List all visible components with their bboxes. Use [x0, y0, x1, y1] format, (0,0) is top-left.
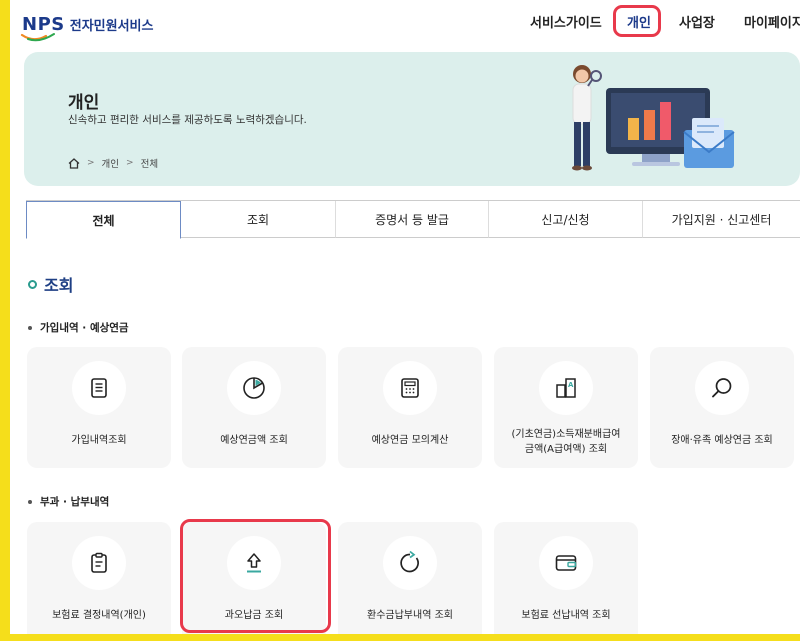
nav-business[interactable]: 사업장 — [679, 12, 715, 31]
bullet-icon — [28, 325, 32, 330]
tab-certificate[interactable]: 증명서 등 발급 — [336, 201, 489, 238]
card-label: 보험료 선납내역 조회 — [521, 610, 611, 621]
breadcrumb-item-personal[interactable]: 개인 — [102, 156, 119, 170]
clipboard-icon — [91, 552, 107, 573]
hero-banner: 개인 신속하고 편리한 서비스를 제공하도록 노력하겠습니다. > 개인 > 전… — [24, 52, 800, 186]
page-frame: NPS 전자민원서비스 서비스가이드 개인 사업장 마이페이지 개인 신속하고 … — [10, 0, 800, 634]
page-title: 개인 — [68, 93, 100, 113]
card-label: 예상연금액 조회 — [220, 435, 288, 446]
tab-all[interactable]: 전체 — [26, 201, 181, 239]
compare-a-icon: A — [556, 378, 576, 398]
category-tabs: 전체 조회 증명서 등 발급 신고/신청 가입지원 · 신고센터 — [26, 200, 800, 239]
card-refund-payment-history[interactable]: 환수금납부내역 조회 — [338, 522, 482, 634]
card-label: (기초연금)소득재분배급여 금액(A급여액) 조회 — [511, 429, 621, 455]
nav-personal-highlight — [613, 5, 661, 37]
nav-service-guide[interactable]: 서비스가이드 — [530, 12, 602, 31]
chevron-right-icon: > — [126, 158, 134, 168]
card-enrollment-history[interactable]: 가입내역조회 — [27, 347, 171, 468]
card-disability-survivor-pension[interactable]: 장애·유족 예상연금 조회 — [650, 347, 794, 468]
page-subtitle: 신속하고 편리한 서비스를 제공하도록 노력하겠습니다. — [68, 114, 307, 126]
magnifier-icon — [712, 378, 732, 398]
logo[interactable]: NPS 전자민원서비스 — [20, 10, 154, 42]
hero-illustration-icon — [572, 65, 735, 171]
card-label: 예상연금 모의계산 — [371, 435, 449, 446]
group-title: 가입내역 · 예상연금 — [28, 320, 129, 335]
section-title: 조회 — [28, 272, 73, 296]
wallet-icon — [555, 555, 577, 571]
document-list-icon — [91, 378, 107, 398]
nav-mypage[interactable]: 마이페이지 — [744, 12, 800, 31]
card-label: 보험료 결정내역(개인) — [52, 610, 146, 621]
card-label: 환수금납부내역 조회 — [367, 610, 453, 621]
refresh-icon — [400, 550, 419, 573]
breadcrumb-item-all: 전체 — [140, 159, 159, 170]
home-icon[interactable] — [68, 157, 80, 169]
tab-support-center[interactable]: 가입지원 · 신고센터 — [643, 201, 800, 238]
logo-swoosh-icon — [20, 33, 55, 42]
calculator-icon — [401, 378, 419, 398]
bullet-icon — [28, 499, 32, 504]
overpayment-card-highlight — [180, 519, 331, 633]
card-label: 장애·유족 예상연금 조회 — [671, 435, 773, 446]
card-premium-decision[interactable]: 보험료 결정내역(개인) — [27, 522, 171, 634]
tab-report[interactable]: 신고/신청 — [489, 201, 643, 238]
card-expected-pension[interactable]: 예상연금액 조회 — [182, 347, 326, 468]
circle-bullet-icon — [28, 279, 37, 289]
tab-inquiry[interactable]: 조회 — [181, 201, 336, 238]
card-basic-pension-amount[interactable]: A (기초연금)소득재분배급여 금액(A급여액) 조회 — [494, 347, 638, 468]
card-prepayment-history[interactable]: 보험료 선납내역 조회 — [494, 522, 638, 634]
card-pension-simulation[interactable]: 예상연금 모의계산 — [338, 347, 482, 468]
logo-service-name: 전자민원서비스 — [69, 18, 154, 34]
group-title: 부과 · 납부내역 — [28, 494, 109, 509]
svg-text:A: A — [568, 381, 574, 389]
card-label: 가입내역조회 — [71, 435, 127, 446]
chevron-right-icon: > — [87, 158, 95, 168]
pie-chart-icon — [243, 377, 265, 399]
breadcrumb: > 개인 > 전체 — [68, 156, 158, 170]
